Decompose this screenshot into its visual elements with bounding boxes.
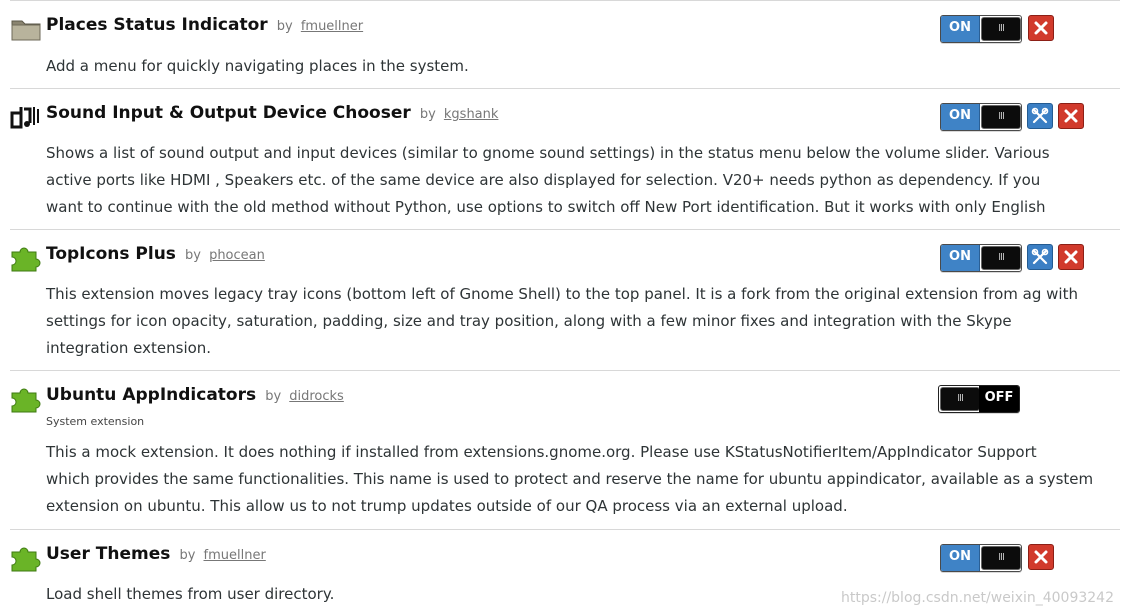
extension-description: Shows a list of sound output and input d… <box>46 144 1050 216</box>
creator-link[interactable]: didrocks <box>289 389 344 404</box>
enable-toggle[interactable]: ON III <box>940 15 1022 43</box>
tools-icon <box>1031 248 1049 265</box>
extension-item: TopIcons Plus by phocean This extension … <box>10 229 1120 371</box>
creator-link[interactable]: fmuellner <box>301 19 363 34</box>
toggle-knob[interactable]: III <box>940 387 980 411</box>
extension-description: Add a menu for quickly navigating places… <box>46 57 469 75</box>
toggle-knob[interactable]: III <box>981 546 1021 570</box>
extension-name: User Themes <box>46 544 171 564</box>
toggle-on-label: ON <box>941 245 980 271</box>
remove-button[interactable] <box>1028 15 1054 41</box>
enable-toggle[interactable]: ON III <box>940 244 1022 272</box>
toggle-on-label: ON <box>941 104 980 130</box>
toggle-knob[interactable]: III <box>981 17 1021 41</box>
extension-description: This a mock extension. It does nothing i… <box>46 443 1094 515</box>
toggle-off-label: OFF <box>979 386 1019 412</box>
toggle-knob[interactable]: III <box>981 246 1021 270</box>
settings-button[interactable] <box>1027 103 1053 129</box>
extension-item: Sound Input & Output Device Chooser by k… <box>10 88 1120 230</box>
remove-button[interactable] <box>1058 244 1084 270</box>
extension-name: TopIcons Plus <box>46 244 176 264</box>
remove-button[interactable] <box>1028 544 1054 570</box>
close-icon <box>1034 21 1048 35</box>
tools-icon <box>1031 107 1049 124</box>
remove-button[interactable] <box>1058 103 1084 129</box>
close-icon <box>1034 550 1048 564</box>
toggle-knob[interactable]: III <box>981 105 1021 129</box>
by-label: by <box>179 548 196 563</box>
sound-device-icon <box>10 103 42 131</box>
extension-item: Ubuntu AppIndicators by didrocks System … <box>10 370 1120 530</box>
system-extension-note: System extension <box>46 415 145 428</box>
by-label: by <box>419 107 436 122</box>
creator-link[interactable]: fmuellner <box>204 548 266 563</box>
enable-toggle[interactable]: ON III <box>940 544 1022 572</box>
by-label: by <box>276 19 293 34</box>
puzzle-piece-icon <box>10 385 42 413</box>
creator-link[interactable]: phocean <box>209 248 265 263</box>
puzzle-piece-icon <box>10 544 42 572</box>
enable-toggle[interactable]: ON III <box>940 103 1022 131</box>
by-label: by <box>265 389 282 404</box>
extension-name: Places Status Indicator <box>46 15 268 35</box>
settings-button[interactable] <box>1027 244 1053 270</box>
extension-description: This extension moves legacy tray icons (… <box>46 285 1078 357</box>
enable-toggle[interactable]: III OFF <box>938 385 1020 413</box>
extension-name: Sound Input & Output Device Chooser <box>46 103 411 123</box>
close-icon <box>1064 109 1078 123</box>
watermark: https://blog.csdn.net/weixin_40093242 <box>840 590 1114 606</box>
puzzle-piece-icon <box>10 244 42 272</box>
extension-name: Ubuntu AppIndicators <box>46 385 257 405</box>
folder-icon <box>10 15 42 43</box>
toggle-on-label: ON <box>941 16 980 42</box>
extension-item: Places Status Indicator by fmuellner Add… <box>10 0 1120 89</box>
creator-link[interactable]: kgshank <box>444 107 499 122</box>
toggle-on-label: ON <box>941 545 980 571</box>
by-label: by <box>185 248 201 263</box>
close-icon <box>1064 250 1078 264</box>
